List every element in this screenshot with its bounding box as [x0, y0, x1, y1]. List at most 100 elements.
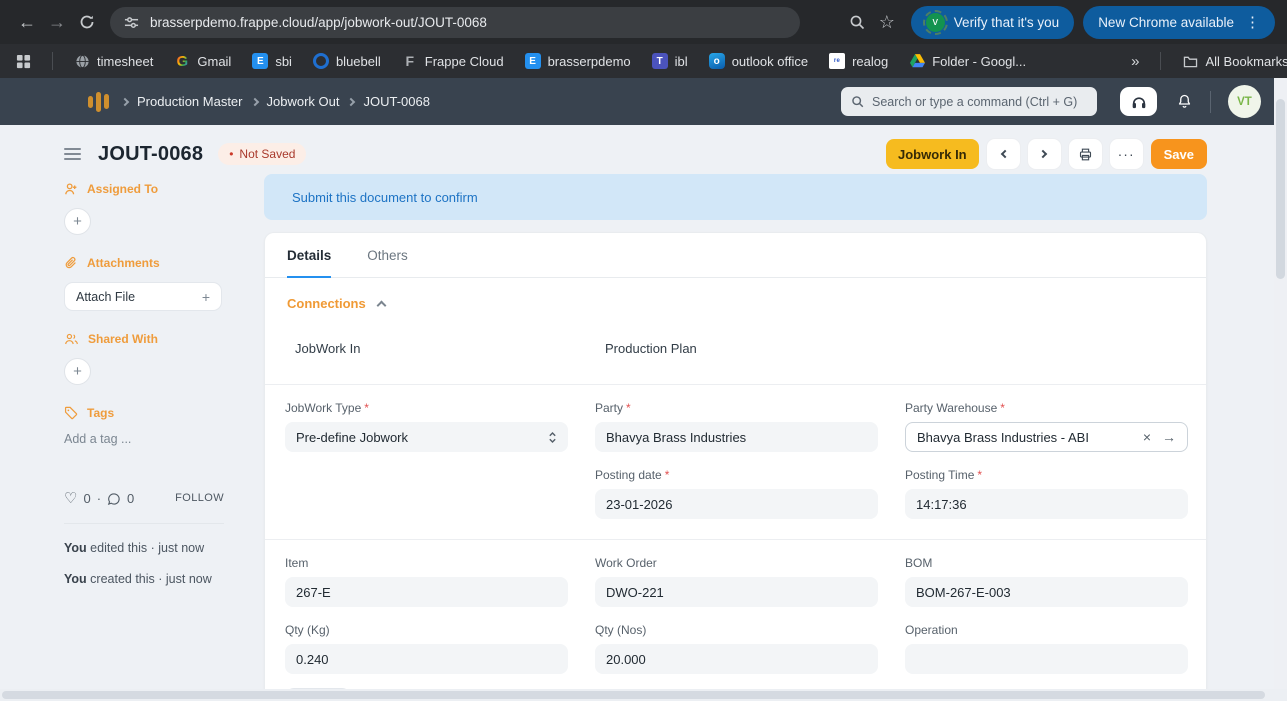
- back-icon[interactable]: ←: [12, 7, 42, 37]
- submit-banner: Submit this document to confirm: [264, 174, 1207, 220]
- plus-icon: +: [202, 289, 210, 305]
- tab-details[interactable]: Details: [287, 233, 331, 277]
- like-button[interactable]: ♡: [64, 491, 77, 506]
- app-logo-icon[interactable]: [88, 91, 109, 113]
- vertical-scrollbar-thumb[interactable]: [1276, 99, 1285, 279]
- forward-icon[interactable]: →: [42, 7, 72, 37]
- party-warehouse-input[interactable]: Bhavya Brass Industries - ABI × →: [905, 422, 1188, 452]
- collapse-chevron-icon[interactable]: [376, 301, 386, 311]
- status-badge-label: Not Saved: [239, 147, 295, 161]
- qty-kg-input[interactable]: 0.240: [285, 644, 568, 674]
- bookmark-timesheet[interactable]: timesheet: [74, 53, 153, 69]
- field-value: Bhavya Brass Industries - ABI: [917, 430, 1089, 445]
- add-assignment-button[interactable]: +: [64, 208, 91, 235]
- activity-text: edited this · just now: [90, 541, 204, 555]
- teams-icon: T: [652, 53, 668, 69]
- apps-grid-icon[interactable]: [16, 54, 31, 69]
- bookmark-google-folder[interactable]: Folder - Googl...: [909, 53, 1026, 69]
- party-input[interactable]: Bhavya Brass Industries: [595, 422, 878, 452]
- sidebar-toggle-icon[interactable]: [64, 148, 81, 160]
- verify-chip-label: Verify that it's you: [954, 15, 1059, 30]
- print-button[interactable]: [1069, 139, 1102, 169]
- bookmark-sbi[interactable]: E sbi: [252, 53, 292, 69]
- google-drive-icon: [909, 53, 925, 69]
- horizontal-scrollbar[interactable]: [0, 689, 1287, 701]
- vertical-scrollbar[interactable]: [1274, 78, 1287, 689]
- global-search[interactable]: [841, 87, 1097, 116]
- bookmark-brasserpdemo[interactable]: E brasserpdemo: [525, 53, 631, 69]
- item-input[interactable]: 267-E: [285, 577, 568, 607]
- headphones-icon: [1131, 94, 1147, 109]
- add-tag-input[interactable]: Add a tag ...: [64, 432, 234, 446]
- user-avatar[interactable]: VT: [1228, 85, 1261, 118]
- jobwork-in-button[interactable]: Jobwork In: [886, 139, 979, 169]
- dot-separator: ·: [97, 491, 101, 506]
- connection-production-plan[interactable]: Production Plan: [605, 341, 915, 356]
- page-header: JOUT-0068 • Not Saved Jobwork In ··· Sav…: [0, 125, 1287, 174]
- menu-button[interactable]: ···: [1110, 139, 1143, 169]
- clear-field-icon[interactable]: ×: [1143, 429, 1151, 445]
- app-navbar: Production Master Jobwork Out JOUT-0068 …: [0, 78, 1287, 125]
- bookmark-star-icon[interactable]: ☆: [872, 7, 902, 37]
- field-value: 20.000: [606, 652, 646, 667]
- bluebell-icon: [313, 53, 329, 69]
- bom-input[interactable]: BOM-267-E-003: [905, 577, 1188, 607]
- bookmarks-overflow-icon[interactable]: »: [1131, 53, 1139, 70]
- reload-icon[interactable]: [72, 7, 102, 37]
- activity-who: You: [64, 541, 87, 555]
- open-link-icon[interactable]: →: [1162, 429, 1176, 445]
- search-tab-icon[interactable]: [842, 7, 872, 37]
- help-button[interactable]: [1120, 87, 1157, 116]
- breadcrumb-jobwork-out[interactable]: Jobwork Out: [267, 94, 340, 109]
- field-value: 14:17:36: [916, 497, 967, 512]
- follow-button[interactable]: FOLLOW: [175, 492, 224, 504]
- notifications-button[interactable]: [1176, 93, 1193, 110]
- save-button[interactable]: Save: [1151, 139, 1207, 169]
- posting-date-input[interactable]: 23-01-2026: [595, 489, 878, 519]
- bookmark-outlook-office[interactable]: o outlook office: [709, 53, 808, 69]
- sidebar-divider: [64, 523, 224, 524]
- posting-time-input[interactable]: 14:17:36: [905, 489, 1188, 519]
- attach-file-button[interactable]: Attach File +: [64, 282, 222, 311]
- bookmark-realog[interactable]: re realog: [829, 53, 888, 69]
- bookmark-gmail[interactable]: G Gmail: [174, 53, 231, 69]
- bookmark-bluebell[interactable]: bluebell: [313, 53, 381, 69]
- chrome-menu-icon[interactable]: ⋮: [1245, 13, 1260, 31]
- horizontal-scrollbar-thumb[interactable]: [2, 691, 1265, 699]
- breadcrumb-production-master[interactable]: Production Master: [137, 94, 243, 109]
- field-item: Item 267-E: [285, 556, 568, 607]
- prev-document-button[interactable]: [987, 139, 1020, 169]
- bookmark-label: brasserpdemo: [548, 54, 631, 69]
- work-order-input[interactable]: DWO-221: [595, 577, 878, 607]
- search-icon: [851, 95, 864, 108]
- bookmarks-divider: [1160, 52, 1161, 70]
- connection-jobwork-in[interactable]: JobWork In: [295, 341, 605, 356]
- jobwork-type-select[interactable]: Pre-define Jobwork: [285, 422, 568, 452]
- field-label: Posting date: [595, 468, 662, 482]
- bookmark-ibl[interactable]: T ibl: [652, 53, 688, 69]
- breadcrumb-chevron-icon: [250, 97, 258, 105]
- field-label: Party: [595, 401, 623, 415]
- chrome-update-chip[interactable]: New Chrome available ⋮: [1083, 6, 1275, 39]
- bookmark-frappe-cloud[interactable]: F Frappe Cloud: [402, 53, 504, 69]
- all-bookmarks-button[interactable]: All Bookmarks: [1182, 53, 1287, 69]
- url-text: brasserpdemo.frappe.cloud/app/jobwork-ou…: [150, 15, 487, 30]
- comment-icon[interactable]: [107, 492, 121, 506]
- status-dot-icon: •: [229, 147, 233, 161]
- operation-input[interactable]: [905, 644, 1188, 674]
- add-share-button[interactable]: +: [64, 358, 91, 385]
- site-settings-icon[interactable]: [124, 15, 139, 30]
- assigned-to-section: Assigned To: [64, 182, 234, 196]
- activity-created: You created this · just now: [64, 572, 234, 586]
- tab-others[interactable]: Others: [367, 233, 408, 277]
- next-document-button[interactable]: [1028, 139, 1061, 169]
- bookmark-label: realog: [852, 54, 888, 69]
- document-sidebar: Assigned To + Attachments Attach File + …: [64, 174, 234, 603]
- url-bar[interactable]: brasserpdemo.frappe.cloud/app/jobwork-ou…: [110, 7, 800, 38]
- qty-nos-input[interactable]: 20.000: [595, 644, 878, 674]
- paperclip-icon: [64, 256, 78, 270]
- search-input[interactable]: [872, 95, 1087, 109]
- verify-identity-chip[interactable]: v Verify that it's you: [911, 6, 1074, 39]
- shared-with-label: Shared With: [88, 332, 158, 346]
- connections-section: Connections JobWork In Production Plan: [265, 278, 1206, 384]
